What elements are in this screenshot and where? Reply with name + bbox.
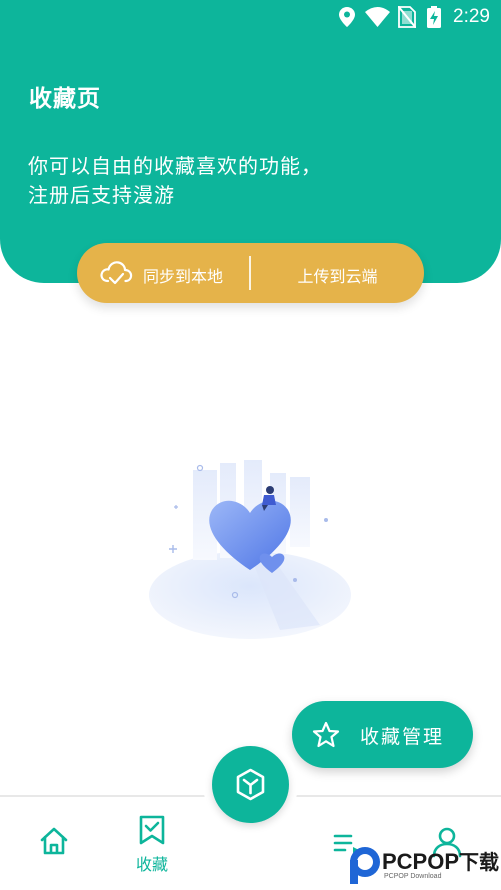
upload-cloud-label: 上传到云端 (297, 267, 378, 286)
cube-icon (236, 768, 265, 801)
watermark-suffix: 下载 (459, 850, 500, 874)
empty-favorites-illustration (149, 460, 351, 639)
pcpop-logo-icon (350, 847, 380, 884)
watermark: PCPOP下载 PCPOP Download (344, 838, 501, 890)
location-icon (339, 7, 355, 27)
battery-charging-icon (427, 6, 441, 28)
manage-favorites-label: 收藏管理 (360, 726, 445, 748)
star-icon (312, 721, 340, 748)
watermark-brand: PCPOP (382, 849, 460, 874)
header-background (0, 0, 501, 283)
status-bar: 2:29 (0, 0, 501, 36)
nav-item-favorites[interactable]: 收藏 (117, 813, 187, 883)
watermark-subtext: PCPOP Download (384, 873, 442, 880)
sync-local-button[interactable]: 同步到本地 (77, 243, 249, 303)
nav-item-home[interactable] (19, 813, 89, 883)
status-time: 2:29 (453, 6, 490, 27)
home-icon (40, 827, 68, 855)
cloud-sync-icon (100, 261, 133, 285)
no-sim-icon (398, 6, 416, 28)
manage-favorites-button[interactable]: 收藏管理 (292, 701, 473, 768)
sync-local-label: 同步到本地 (143, 267, 224, 286)
wifi-icon (365, 7, 390, 27)
watermark-text: PCPOP下载 (382, 846, 499, 875)
page-description: 你可以自由的收藏喜欢的功能，注册后支持漫游 (28, 154, 322, 207)
bookmark-check-icon (139, 815, 165, 845)
center-action-button[interactable] (212, 746, 289, 823)
sync-bar: 同步到本地 上传到云端 (77, 243, 424, 303)
page-title: 收藏页 (29, 86, 101, 112)
nav-label-favorites: 收藏 (135, 855, 168, 874)
upload-cloud-button[interactable]: 上传到云端 (251, 243, 424, 303)
